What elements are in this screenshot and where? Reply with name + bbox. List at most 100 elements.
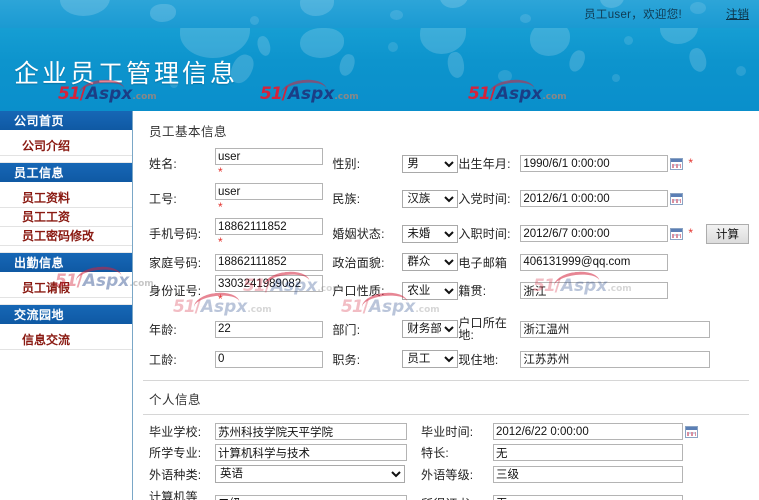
required-mark: * <box>688 155 693 170</box>
label-specialty: 特长: <box>421 446 449 460</box>
label-grad-date: 毕业时间: <box>421 425 474 439</box>
label-hukou-type: 户口性质: <box>332 284 385 298</box>
label-id-card: 身份证号: <box>149 284 202 298</box>
required-mark: * <box>218 292 223 306</box>
hukou-place-input[interactable] <box>520 320 711 338</box>
work-years-input[interactable] <box>215 350 323 368</box>
calendar-icon[interactable] <box>670 157 684 170</box>
position-select[interactable]: 员工 <box>402 350 459 368</box>
mobile-input[interactable] <box>215 218 323 235</box>
label-mobile: 手机号码: <box>149 227 202 241</box>
home-phone-input[interactable] <box>215 253 323 271</box>
certificate-input[interactable] <box>493 494 683 500</box>
sidebar: 公司首页 公司介绍 员工信息 员工资料 员工工资 员工密码修改 出勤信息 员工请… <box>0 111 154 500</box>
sidebar-group-title-0: 公司首页 <box>0 111 132 131</box>
name-input[interactable] <box>215 148 323 165</box>
sidebar-item-employee-profile[interactable]: 员工资料 <box>0 189 132 208</box>
sidebar-item-info-exchange[interactable]: 信息交流 <box>0 331 132 350</box>
native-place-input[interactable] <box>520 282 669 299</box>
form-row: 年龄: 部门: 财务部 户口所在地: <box>143 308 749 343</box>
id-card-input[interactable] <box>215 275 323 292</box>
label-email: 电子邮箱 <box>458 255 508 270</box>
site-banner: 企业员工管理信息 51/Aspx.com 51/Aspx.com 51/Aspx… <box>0 28 759 111</box>
age-input[interactable] <box>215 320 323 338</box>
political-select[interactable]: 群众 <box>402 253 459 271</box>
form-row: 身份证号: * 户口性质: 农业 籍贯: <box>143 273 749 308</box>
label-political: 政治面貌: <box>332 255 385 270</box>
watermark-logo: 51/Aspx.com <box>468 77 567 104</box>
label-party-date: 入党时间: <box>458 192 511 206</box>
label-age: 年龄: <box>149 322 177 337</box>
label-home-phone: 家庭号码: <box>149 255 202 270</box>
foreign-language-select[interactable]: 英语 <box>215 465 405 483</box>
calendar-icon[interactable] <box>670 227 684 240</box>
label-hukou-place: 户口所在地: <box>458 316 508 342</box>
section-title-personal: 个人信息 <box>149 393 202 407</box>
sidebar-item-company-intro[interactable]: 公司介绍 <box>0 137 132 156</box>
sidebar-group-title-1: 员工信息 <box>0 163 132 183</box>
calculate-button[interactable]: 计算 <box>706 223 749 244</box>
language-level-input[interactable] <box>493 465 683 483</box>
birth-input[interactable] <box>520 155 669 172</box>
form-row: 家庭号码: 政治面貌: 群众 电子邮箱 <box>143 251 749 273</box>
current-address-input[interactable] <box>520 350 711 368</box>
sidebar-item-employee-salary[interactable]: 员工工资 <box>0 208 132 227</box>
form-personal-info: 毕业学校: 毕业时间: 所学专业: 特长: 外语种类: 英语 外 <box>143 421 749 500</box>
main-content: 51/Aspx.com 51/Aspx.com 51/Aspx.com 51/A… <box>133 111 759 500</box>
email-input[interactable] <box>520 253 669 271</box>
section-title-basic: 员工基本信息 <box>149 125 228 139</box>
form-row: 工龄: 职务: 员工 现住地: <box>143 343 749 370</box>
welcome-text: 员工user，欢迎您! <box>584 9 682 21</box>
party-date-input[interactable] <box>520 190 669 207</box>
calendar-icon[interactable] <box>685 425 698 438</box>
major-input[interactable] <box>215 444 407 461</box>
label-lang-level: 外语等级: <box>421 467 474 482</box>
watermark-logo: 51/Aspx.com <box>260 77 359 104</box>
divider <box>143 414 749 415</box>
page-body: 公司首页 公司介绍 员工信息 员工资料 员工工资 员工密码修改 出勤信息 员工请… <box>0 111 759 500</box>
logout-link[interactable]: 注销 <box>726 6 749 22</box>
calendar-icon[interactable] <box>670 192 684 205</box>
employee-no-input[interactable] <box>215 183 323 200</box>
gender-select[interactable]: 男 <box>402 154 459 173</box>
label-gender: 性别: <box>332 157 361 171</box>
label-department: 部门: <box>332 322 361 337</box>
label-name: 姓名: <box>149 157 177 171</box>
sidebar-item-employee-password[interactable]: 员工密码修改 <box>0 227 132 246</box>
sidebar-item-employee-leave[interactable]: 员工请假 <box>0 279 132 298</box>
computer-level-input[interactable] <box>215 494 407 500</box>
page-root: 员工user，欢迎您! 注销 企业员工管理信息 51/Aspx.com 51/A… <box>0 0 759 500</box>
label-current-addr: 现住地: <box>458 352 499 367</box>
marital-select[interactable]: 未婚 <box>402 224 459 243</box>
required-mark: * <box>218 165 223 179</box>
required-mark: * <box>218 200 223 214</box>
form-row: 计算机等级: 所得证书 <box>143 485 749 500</box>
specialty-input[interactable] <box>493 444 683 461</box>
form-row: 所学专业: 特长: <box>143 442 749 463</box>
form-row: 姓名: * 性别: 男 出生年月: * <box>143 146 749 181</box>
label-work-years: 工龄: <box>149 352 177 367</box>
label-school: 毕业学校: <box>149 425 202 439</box>
department-select[interactable]: 财务部 <box>402 320 459 338</box>
page-title: 企业员工管理信息 <box>14 59 239 88</box>
label-birth: 出生年月: <box>458 157 511 171</box>
label-empno: 工号: <box>149 192 177 206</box>
nation-select[interactable]: 汉族 <box>402 189 459 208</box>
form-row: 手机号码: * 婚姻状态: 未婚 入职时间: * 计算 <box>143 216 749 251</box>
form-row: 外语种类: 英语 外语等级: <box>143 463 749 485</box>
form-row: 工号: * 民族: 汉族 入党时间: <box>143 181 749 216</box>
label-native-place: 籍贯: <box>458 284 487 298</box>
label-foreign-lang: 外语种类: <box>149 467 202 482</box>
top-bar: 员工user，欢迎您! 注销 <box>0 0 759 28</box>
required-mark: * <box>688 225 693 240</box>
hukou-type-select[interactable]: 农业 <box>402 281 459 300</box>
hire-date-input[interactable] <box>520 225 669 242</box>
required-mark: * <box>218 235 223 249</box>
grad-date-input[interactable] <box>493 423 683 440</box>
sidebar-group-title-3: 交流园地 <box>0 305 132 325</box>
school-input[interactable] <box>215 423 407 440</box>
label-certificate: 所得证书 <box>421 485 493 500</box>
label-nation: 民族: <box>332 192 361 206</box>
topbar-user-area: 员工user，欢迎您! 注销 <box>584 0 759 28</box>
form-row: 毕业学校: 毕业时间: <box>143 421 749 442</box>
